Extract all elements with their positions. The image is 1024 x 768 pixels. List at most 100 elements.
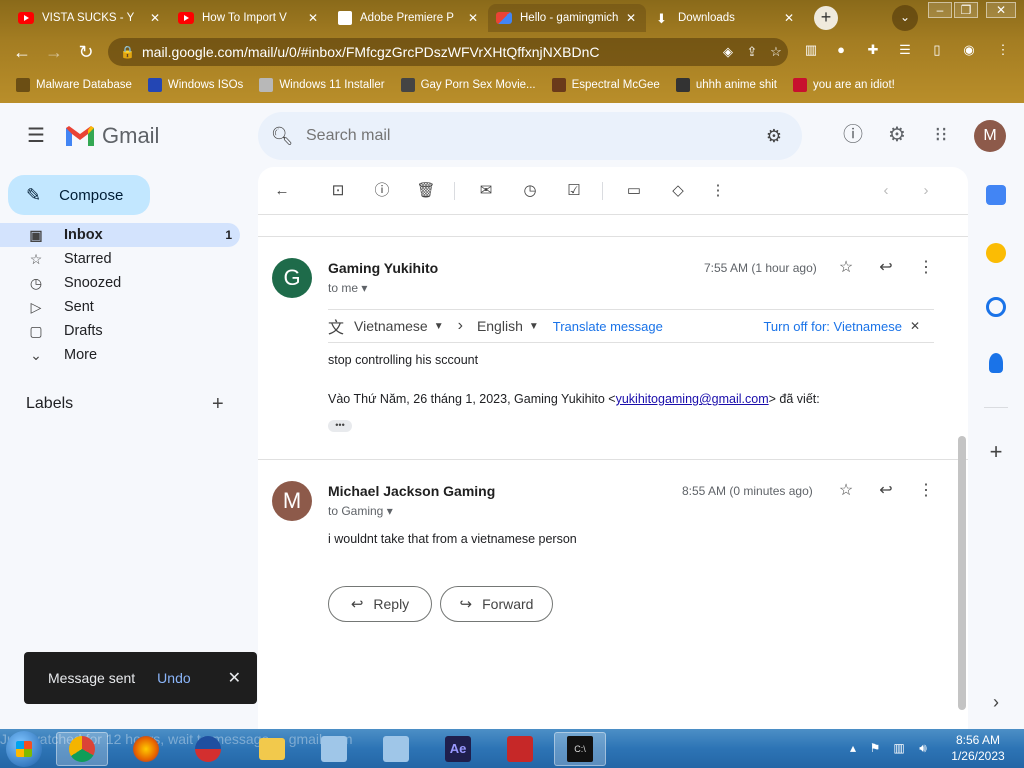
window-close-button[interactable]: ✕ xyxy=(986,2,1016,18)
flag-extension-icon[interactable]: ▥ xyxy=(800,42,822,62)
compose-button[interactable]: ✎ Compose xyxy=(8,175,150,215)
bookmark-espectral-mcgee[interactable]: Espectral McGee xyxy=(551,78,660,92)
network-taskbar-icon-2[interactable] xyxy=(370,732,422,766)
scrollbar-thumb[interactable] xyxy=(958,436,966,710)
delete-icon[interactable]: 🗑︎ xyxy=(414,179,438,203)
add-label-icon[interactable]: + xyxy=(212,393,224,416)
action-center-flag-icon[interactable]: ⚑ xyxy=(868,741,882,755)
caret-down-icon[interactable]: ▾ xyxy=(361,281,367,295)
bookmark-gay-porn[interactable]: Gay Porn Sex Movie... xyxy=(400,78,536,92)
get-addons-icon[interactable]: + xyxy=(986,441,1006,463)
bookmark-windows-11-installer[interactable]: Windows 11 Installer xyxy=(259,78,385,92)
turn-off-translate-link[interactable]: Turn off for: Vietnamese xyxy=(763,319,902,334)
tab-vista-sucks[interactable]: VISTA SUCKS - Y ✕ xyxy=(10,4,170,32)
sender-avatar[interactable]: M xyxy=(272,481,312,521)
bookmark-malware-database[interactable]: Malware Database xyxy=(16,78,132,92)
reply-button[interactable]: ↩ Reply xyxy=(328,586,432,622)
close-icon[interactable]: ✕ xyxy=(624,11,638,25)
reply-icon[interactable]: ↩ xyxy=(874,256,898,280)
star-icon[interactable]: ☆ xyxy=(834,479,858,503)
gmail-logo[interactable]: Gmail xyxy=(64,123,159,149)
account-avatar[interactable]: M xyxy=(974,120,1006,152)
reading-list-icon[interactable]: ☰ xyxy=(894,42,916,62)
target-language-select[interactable]: English ▼ xyxy=(477,318,539,334)
caret-down-icon[interactable]: ▾ xyxy=(387,504,393,518)
close-icon[interactable]: ✕ xyxy=(228,668,241,688)
maximize-button[interactable]: ❐ xyxy=(954,2,978,18)
keep-icon[interactable] xyxy=(986,243,1006,263)
share-icon[interactable]: ⇪ xyxy=(740,44,764,60)
star-icon[interactable]: ☆ xyxy=(834,256,858,280)
report-spam-icon[interactable]: ⓘ xyxy=(370,179,394,203)
search-options-icon[interactable]: ⚙︎ xyxy=(746,126,802,147)
profile-extension-icon[interactable]: ● xyxy=(830,42,852,62)
email-link[interactable]: yukihitogaming@gmail.com xyxy=(616,392,769,406)
tab-adobe-premiere[interactable]: Adobe Premiere P ✕ xyxy=(330,4,488,32)
recipient-line[interactable]: to me ▾ xyxy=(328,281,367,295)
extensions-icon[interactable]: ✚ xyxy=(862,42,884,62)
search-icon[interactable]: 🔍︎ xyxy=(258,126,306,147)
older-icon[interactable]: › xyxy=(914,179,938,203)
menu-icon[interactable]: ⋮ xyxy=(992,42,1014,62)
close-icon[interactable]: ✕ xyxy=(148,11,162,25)
bookmark-anime[interactable]: uhhh anime shit xyxy=(675,78,777,92)
obama-taskbar-icon[interactable] xyxy=(182,732,234,766)
cmd-taskbar-icon[interactable]: C:\ xyxy=(554,732,606,766)
system-clock[interactable]: 8:56 AM 1/26/2023 xyxy=(940,732,1016,764)
show-side-panel-icon[interactable]: › xyxy=(986,693,1006,713)
snooze-icon[interactable]: ◷ xyxy=(518,179,542,203)
forward-button[interactable]: ↪ Forward xyxy=(440,586,553,622)
close-icon[interactable]: ✕ xyxy=(910,319,920,333)
sidebar-item-snoozed[interactable]: ◷ Snoozed xyxy=(0,271,240,295)
newer-icon[interactable]: ‹ xyxy=(874,179,898,203)
sidebar-item-starred[interactable]: ☆ Starred xyxy=(0,247,240,271)
recipient-line[interactable]: to Gaming ▾ xyxy=(328,504,393,518)
network-icon[interactable]: ▥ xyxy=(892,741,906,755)
sender-name[interactable]: Michael Jackson Gaming xyxy=(328,483,495,499)
main-menu-icon[interactable]: ☰ xyxy=(24,125,48,149)
close-icon[interactable]: ✕ xyxy=(466,11,480,25)
bookmark-you-are-an-idiot[interactable]: you are an idiot! xyxy=(793,78,895,92)
address-bar[interactable]: 🔒 mail.google.com/mail/u/0/#inbox/FMfcgz… xyxy=(108,38,788,66)
more-options-icon[interactable]: ⋮ xyxy=(706,179,730,203)
tab-search-button[interactable]: ⌄ xyxy=(892,5,918,31)
archive-icon[interactable]: ⊡ xyxy=(326,179,350,203)
volume-icon[interactable]: 🔊︎ xyxy=(916,741,930,755)
sidebar-item-more[interactable]: ⌄ More xyxy=(0,343,240,367)
explorer-taskbar-icon[interactable] xyxy=(246,732,298,766)
more-vertical-icon[interactable]: ⋮ xyxy=(914,256,938,280)
show-hidden-icons-icon[interactable]: ▴ xyxy=(846,741,860,755)
show-trimmed-content-button[interactable]: ••• xyxy=(328,420,352,432)
mark-unread-icon[interactable]: ✉ xyxy=(474,179,498,203)
back-to-inbox-icon[interactable]: ← xyxy=(270,179,294,203)
minimize-button[interactable]: – xyxy=(928,2,952,18)
side-panel-icon[interactable]: ▯ xyxy=(926,42,948,62)
sidebar-item-inbox[interactable]: ▣ Inbox 1 xyxy=(0,223,240,247)
reload-icon[interactable]: ↻ xyxy=(74,40,98,64)
settings-gear-icon[interactable]: ⚙ xyxy=(884,123,910,149)
close-icon[interactable]: ✕ xyxy=(782,11,796,25)
start-button[interactable] xyxy=(6,731,42,767)
help-icon[interactable]: ⓘ xyxy=(840,123,866,149)
tab-gmail[interactable]: Hello - gamingmich ✕ xyxy=(488,4,646,32)
source-language-select[interactable]: 文 Vietnamese ▼ xyxy=(328,314,444,338)
calendar-icon[interactable] xyxy=(986,185,1006,205)
translate-message-link[interactable]: Translate message xyxy=(553,319,663,334)
sidebar-item-sent[interactable]: ▷ Sent xyxy=(0,295,240,319)
tab-downloads[interactable]: ⬇ Downloads ✕ xyxy=(648,4,804,32)
tab-how-to-import[interactable]: How To Import V ✕ xyxy=(170,4,328,32)
bookmark-star-icon[interactable]: ☆ xyxy=(764,44,788,60)
close-icon[interactable]: ✕ xyxy=(306,11,320,25)
bookmark-windows-isos[interactable]: Windows ISOs xyxy=(147,78,243,92)
more-vertical-icon[interactable]: ⋮ xyxy=(914,479,938,503)
apps-grid-icon[interactable]: ⁝⁝ xyxy=(928,123,954,149)
add-task-icon[interactable]: ☑ xyxy=(562,179,586,203)
search-input[interactable] xyxy=(306,127,746,145)
undo-button[interactable]: Undo xyxy=(157,670,190,686)
forward-icon[interactable]: → xyxy=(42,40,66,64)
after-effects-taskbar-icon[interactable]: Ae xyxy=(432,732,484,766)
password-key-icon[interactable]: ◈ xyxy=(716,44,740,60)
tasks-icon[interactable] xyxy=(986,297,1006,317)
reply-icon[interactable]: ↩ xyxy=(874,479,898,503)
red-app-taskbar-icon[interactable] xyxy=(494,732,546,766)
